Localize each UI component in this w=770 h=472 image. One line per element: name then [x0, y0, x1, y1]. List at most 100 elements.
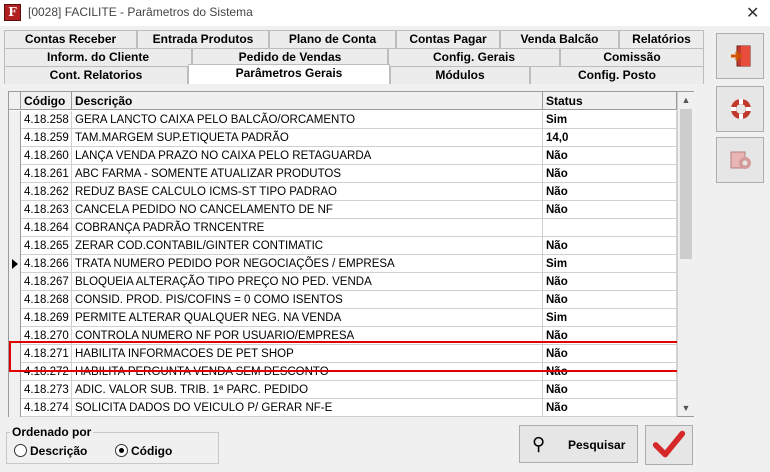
tab-cont-relatorios[interactable]: Cont. Relatorios	[4, 66, 188, 84]
table-row[interactable]: 4.18.268 CONSID. PROD. PIS/COFINS = 0 COM…	[9, 291, 677, 309]
cell-status[interactable]: Sim	[543, 255, 677, 272]
cell-descricao[interactable]: COBRANÇA PADRÃO TRNCENTRE	[72, 219, 543, 236]
cell-descricao[interactable]: HABILITA PERGUNTA VENDA SEM DESCONTO	[72, 363, 543, 380]
tab-config-gerais[interactable]: Config. Gerais	[388, 48, 560, 66]
cell-codigo[interactable]: 4.18.272	[21, 363, 72, 380]
cell-codigo[interactable]: 4.18.266	[21, 255, 72, 272]
search-button[interactable]: ⚲ Pesquisar	[519, 425, 638, 463]
tab-entrada-produtos[interactable]: Entrada Produtos	[137, 30, 269, 48]
cell-status[interactable]: Não	[543, 201, 677, 218]
table-row[interactable]: 4.18.267 BLOQUEIA ALTERAÇÃO TIPO PREÇO NO…	[9, 273, 677, 291]
cell-status[interactable]: 14,0	[543, 129, 677, 146]
header-codigo[interactable]: Código	[21, 92, 72, 110]
cell-status[interactable]: Não	[543, 327, 677, 344]
scroll-down-icon[interactable]: ▼	[678, 400, 694, 416]
tab-relatorios[interactable]: Relatórios	[619, 30, 704, 48]
cell-descricao[interactable]: CONTROLA NUMERO NF POR USUARIO/EMPRESA	[72, 327, 543, 344]
table-row[interactable]: 4.18.266 TRATA NUMERO PEDIDO POR NEGOCIAÇ…	[9, 255, 677, 273]
cell-status[interactable]: Não	[543, 183, 677, 200]
cell-descricao[interactable]: LANÇA VENDA PRAZO NO CAIXA PELO RETAGUAR…	[72, 147, 543, 164]
cell-codigo[interactable]: 4.18.261	[21, 165, 72, 182]
table-row[interactable]: 4.18.260 LANÇA VENDA PRAZO NO CAIXA PELO …	[9, 147, 677, 165]
cell-descricao[interactable]: ZERAR COD.CONTABIL/GINTER CONTIMATIC	[72, 237, 543, 254]
cell-codigo[interactable]: 4.18.268	[21, 291, 72, 308]
cell-codigo[interactable]: 4.18.270	[21, 327, 72, 344]
cell-codigo[interactable]: 4.18.274	[21, 399, 72, 416]
cell-codigo[interactable]: 4.18.264	[21, 219, 72, 236]
tab-plano-de-conta[interactable]: Plano de Conta	[269, 30, 396, 48]
cell-codigo[interactable]: 4.18.263	[21, 201, 72, 218]
radio-descricao-dot[interactable]	[14, 444, 27, 457]
row-indicator	[9, 219, 21, 237]
table-row[interactable]: 4.18.264 COBRANÇA PADRÃO TRNCENTRE	[9, 219, 677, 237]
radio-codigo-dot[interactable]	[115, 444, 128, 457]
help-button[interactable]	[716, 86, 764, 132]
cell-status[interactable]: Não	[543, 291, 677, 308]
table-row[interactable]: 4.18.271 HABILITA INFORMACOES DE PET SHOP…	[9, 345, 677, 363]
cell-status[interactable]: Não	[543, 165, 677, 182]
table-row[interactable]: 4.18.259 TAM.MARGEM SUP.ETIQUETA PADRÃO 14…	[9, 129, 677, 147]
cell-descricao[interactable]: HABILITA INFORMACOES DE PET SHOP	[72, 345, 543, 362]
cell-descricao[interactable]: CANCELA PEDIDO NO CANCELAMENTO DE NF	[72, 201, 543, 218]
tab-inform-cliente[interactable]: Inform. do Cliente	[4, 48, 192, 66]
cell-codigo[interactable]: 4.18.258	[21, 111, 72, 128]
tab-contas-receber[interactable]: Contas Receber	[4, 30, 137, 48]
cell-status[interactable]	[543, 219, 677, 236]
cell-descricao[interactable]: GERA LANCTO CAIXA PELO BALCÃO/ORCAMENTO	[72, 111, 543, 128]
cell-codigo[interactable]: 4.18.267	[21, 273, 72, 290]
grid-scrollbar[interactable]: ▲ ▼	[677, 92, 694, 416]
header-status[interactable]: Status	[543, 92, 677, 110]
cell-status[interactable]: Não	[543, 399, 677, 416]
cell-descricao[interactable]: CONSID. PROD. PIS/COFINS = 0 COMO ISENTO…	[72, 291, 543, 308]
cell-status[interactable]: Não	[543, 363, 677, 380]
row-indicator	[9, 165, 21, 183]
cell-descricao[interactable]: REDUZ BASE CALCULO ICMS-ST TIPO PADRAO	[72, 183, 543, 200]
parameters-grid[interactable]: Código Descrição Status 4.18.258 GERA LAN…	[8, 91, 694, 417]
table-row[interactable]: 4.18.274 SOLICITA DADOS DO VEICULO P/ GER…	[9, 399, 677, 417]
exit-button[interactable]	[716, 33, 764, 79]
gear-icon	[730, 151, 751, 169]
cell-codigo[interactable]: 4.18.269	[21, 309, 72, 326]
cell-descricao[interactable]: BLOQUEIA ALTERAÇÃO TIPO PREÇO NO PED. VE…	[72, 273, 543, 290]
settings-button[interactable]	[716, 137, 764, 183]
cell-codigo[interactable]: 4.18.260	[21, 147, 72, 164]
cell-descricao[interactable]: TRATA NUMERO PEDIDO POR NEGOCIAÇÕES / EM…	[72, 255, 543, 272]
table-row[interactable]: 4.18.269 PERMITE ALTERAR QUALQUER NEG. NA…	[9, 309, 677, 327]
cell-descricao[interactable]: ABC FARMA - SOMENTE ATUALIZAR PRODUTOS	[72, 165, 543, 182]
cell-status[interactable]: Não	[543, 273, 677, 290]
tab-venda-balcao[interactable]: Venda Balcão	[500, 30, 619, 48]
tab-modulos[interactable]: Módulos	[390, 66, 530, 84]
tab-contas-pagar[interactable]: Contas Pagar	[396, 30, 500, 48]
tab-config-posto[interactable]: Config. Posto	[530, 66, 704, 84]
cell-codigo[interactable]: 4.18.259	[21, 129, 72, 146]
cell-descricao[interactable]: TAM.MARGEM SUP.ETIQUETA PADRÃO	[72, 129, 543, 146]
cell-status[interactable]: Não	[543, 381, 677, 398]
scroll-thumb[interactable]	[680, 109, 692, 259]
cell-status[interactable]: Não	[543, 345, 677, 362]
confirm-button[interactable]	[645, 425, 693, 465]
table-row[interactable]: 4.18.258 GERA LANCTO CAIXA PELO BALCÃO/OR…	[9, 111, 677, 129]
tab-comissao[interactable]: Comissão	[560, 48, 704, 66]
cell-status[interactable]: Sim	[543, 309, 677, 326]
cell-codigo[interactable]: 4.18.271	[21, 345, 72, 362]
table-row[interactable]: 4.18.261 ABC FARMA - SOMENTE ATUALIZAR PR…	[9, 165, 677, 183]
cell-status[interactable]: Sim	[543, 111, 677, 128]
table-row[interactable]: 4.18.273 ADIC. VALOR SUB. TRIB. 1ª PARC. …	[9, 381, 677, 399]
cell-descricao[interactable]: SOLICITA DADOS DO VEICULO P/ GERAR NF-E	[72, 399, 543, 416]
cell-status[interactable]: Não	[543, 147, 677, 164]
tab-parametros-gerais[interactable]: Parâmetros Gerais	[188, 64, 390, 84]
header-descricao[interactable]: Descrição	[72, 92, 543, 110]
cell-codigo[interactable]: 4.18.273	[21, 381, 72, 398]
table-row[interactable]: 4.18.270 CONTROLA NUMERO NF POR USUARIO/E…	[9, 327, 677, 345]
table-row[interactable]: 4.18.265 ZERAR COD.CONTABIL/GINTER CONTIM…	[9, 237, 677, 255]
table-row[interactable]: 4.18.262 REDUZ BASE CALCULO ICMS-ST TIPO …	[9, 183, 677, 201]
cell-descricao[interactable]: ADIC. VALOR SUB. TRIB. 1ª PARC. PEDIDO	[72, 381, 543, 398]
table-row[interactable]: 4.18.263 CANCELA PEDIDO NO CANCELAMENTO D…	[9, 201, 677, 219]
table-row[interactable]: 4.18.272 HABILITA PERGUNTA VENDA SEM DESC…	[9, 363, 677, 381]
cell-codigo[interactable]: 4.18.262	[21, 183, 72, 200]
cell-descricao[interactable]: PERMITE ALTERAR QUALQUER NEG. NA VENDA	[72, 309, 543, 326]
close-icon[interactable]: ✕	[746, 3, 759, 23]
cell-status[interactable]: Não	[543, 237, 677, 254]
cell-codigo[interactable]: 4.18.265	[21, 237, 72, 254]
scroll-up-icon[interactable]: ▲	[678, 92, 694, 108]
